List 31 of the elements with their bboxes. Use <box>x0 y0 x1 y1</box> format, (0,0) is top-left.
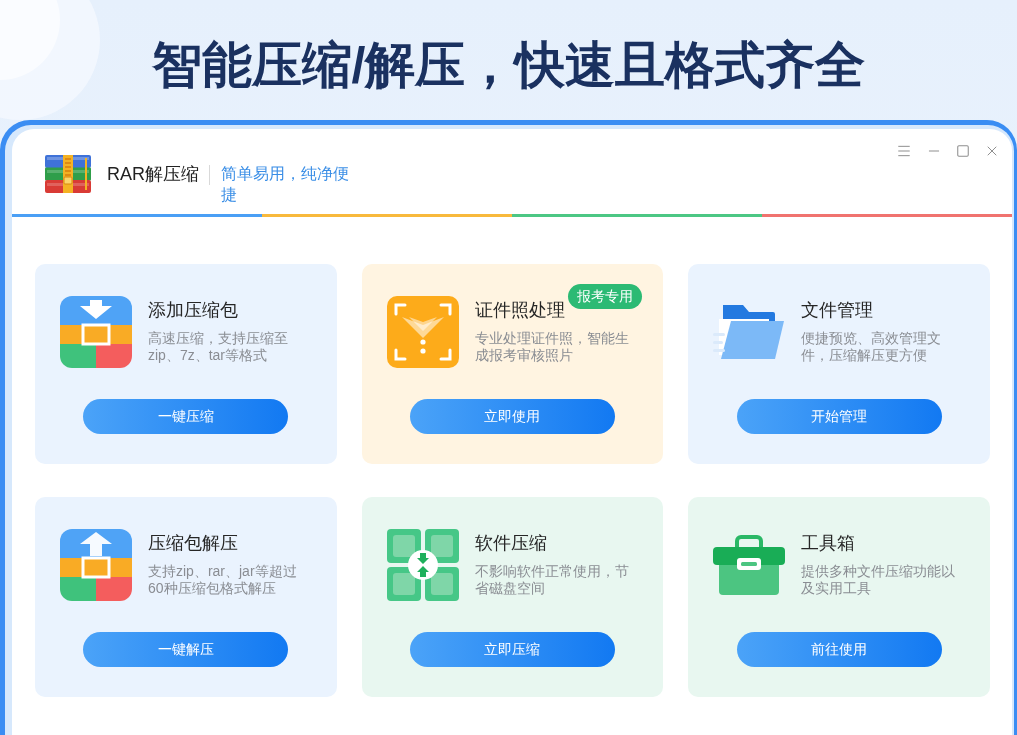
feature-tag: 报考专用 <box>568 284 643 309</box>
archive-down-arrow-icon <box>60 296 132 368</box>
portrait-frame-icon <box>386 296 459 368</box>
app-tagline: 简单易用，纯净便捷 <box>221 164 350 205</box>
action-button[interactable]: 立即压缩 <box>410 632 615 667</box>
maximize-icon[interactable] <box>956 144 970 158</box>
action-button[interactable]: 一键压缩 <box>83 399 289 434</box>
card-description: 便捷预览、高效管理文件，压缩解压更方便 <box>801 330 943 364</box>
action-button[interactable]: 立即使用 <box>410 399 615 434</box>
card-description: 不影响软件正常使用，节省磁盘空间 <box>474 563 630 597</box>
card-description: 提供多种文件压缩功能以及实用工具 <box>801 563 957 597</box>
headline: 智能压缩/解压，快速且格式齐全 <box>151 36 866 95</box>
archive-logo-icon <box>45 155 91 193</box>
action-button[interactable]: 开始管理 <box>736 399 942 434</box>
menu-icon[interactable] <box>896 143 912 159</box>
action-button[interactable]: 前往使用 <box>736 632 942 667</box>
card-description: 支持zip、rar、jar等超过60种压缩包格式解压 <box>148 563 298 597</box>
card-title: 压缩包解压 <box>148 532 239 555</box>
card-description: 专业处理证件照，智能生成报考审核照片 <box>474 330 630 364</box>
card-title: 添加压缩包 <box>148 299 239 322</box>
folder-icon <box>713 303 786 361</box>
card-title: 证件照处理 <box>474 299 566 322</box>
grid-arrows-icon <box>386 529 459 601</box>
card-description: 高速压缩，支持压缩至zip、7z、tar等格式 <box>148 330 289 364</box>
toolbox-icon <box>713 535 786 595</box>
card-title: 文件管理 <box>801 299 875 322</box>
archive-up-arrow-icon <box>60 529 132 601</box>
card-title: 工具箱 <box>801 532 857 555</box>
action-button[interactable]: 一键解压 <box>83 632 289 667</box>
card-title: 软件压缩 <box>474 532 548 555</box>
app-name: RAR解压缩 <box>107 163 199 186</box>
